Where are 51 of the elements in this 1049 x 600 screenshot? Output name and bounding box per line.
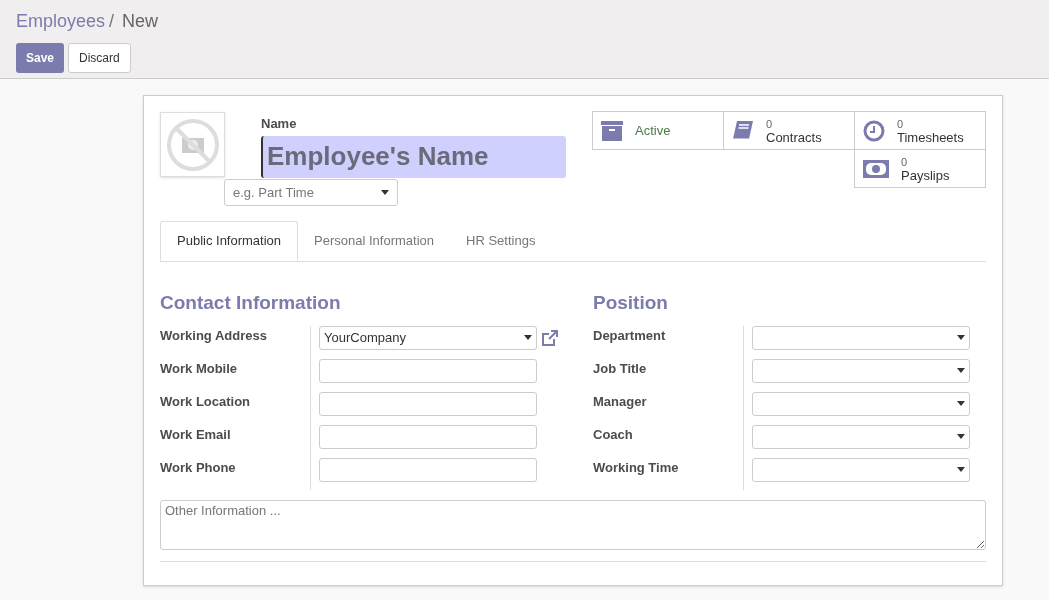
breadcrumb-current: New: [122, 10, 159, 33]
book-icon: [732, 119, 754, 142]
tab[interactable]: HR Settings: [450, 221, 552, 261]
tab[interactable]: Personal Information: [298, 221, 450, 261]
job-dropdown[interactable]: e.g. Part Time: [224, 179, 398, 206]
field-label: Coach: [593, 425, 633, 444]
archive-box-icon: [601, 120, 623, 141]
save-button[interactable]: Save: [16, 43, 65, 73]
field-label: Manager: [593, 392, 647, 411]
stat-button[interactable]: Active: [592, 111, 724, 150]
field-label: Work Phone: [160, 458, 236, 477]
dropdown-field[interactable]: [752, 424, 970, 449]
field-label: Working Time: [593, 458, 679, 477]
text-field[interactable]: [319, 424, 537, 449]
photo-placeholder[interactable]: [160, 112, 225, 177]
tab[interactable]: Public Information: [160, 221, 299, 261]
field-label: Working Address: [160, 326, 267, 345]
caret-icon: [381, 190, 389, 195]
text-field[interactable]: [319, 391, 537, 416]
stat-button[interactable]: 0 Contracts: [723, 111, 855, 150]
caret-icon: [957, 467, 965, 472]
stat-button[interactable]: 0 Timesheets: [854, 111, 986, 150]
section-title: Position: [593, 291, 669, 315]
stat-button[interactable]: 0 Payslips: [854, 149, 986, 188]
breadcrumb-separator: /: [109, 10, 115, 33]
dropdown-field[interactable]: [752, 358, 970, 383]
caret-icon: [957, 401, 965, 406]
field-label: Work Email: [160, 425, 231, 444]
dropdown-field[interactable]: [752, 391, 970, 416]
discard-button[interactable]: Discard: [68, 43, 131, 73]
no-camera-icon: [165, 117, 220, 172]
field-label: Department: [593, 326, 666, 345]
dropdown-field[interactable]: YourCompany: [319, 325, 537, 350]
field-label: Job Title: [593, 359, 647, 378]
caret-icon: [957, 335, 965, 340]
field-label: Name: [261, 115, 298, 133]
clock-icon: [863, 119, 885, 142]
dropdown-field[interactable]: [752, 457, 970, 482]
caret-icon: [957, 434, 965, 439]
caret-icon: [957, 368, 965, 373]
field-label: Work Location: [160, 392, 251, 411]
banknote-icon: [863, 159, 889, 178]
text-field[interactable]: [319, 358, 537, 383]
field-label: Work Mobile: [160, 359, 238, 378]
dropdown-field[interactable]: [752, 325, 970, 350]
section-title: Contact Information: [160, 291, 342, 315]
name-field[interactable]: Employee's Name: [261, 135, 566, 178]
text-field[interactable]: [319, 457, 537, 482]
external-link-icon[interactable]: [541, 328, 559, 347]
caret-icon: [524, 335, 532, 340]
notes-field[interactable]: Other Information ...: [160, 499, 986, 550]
